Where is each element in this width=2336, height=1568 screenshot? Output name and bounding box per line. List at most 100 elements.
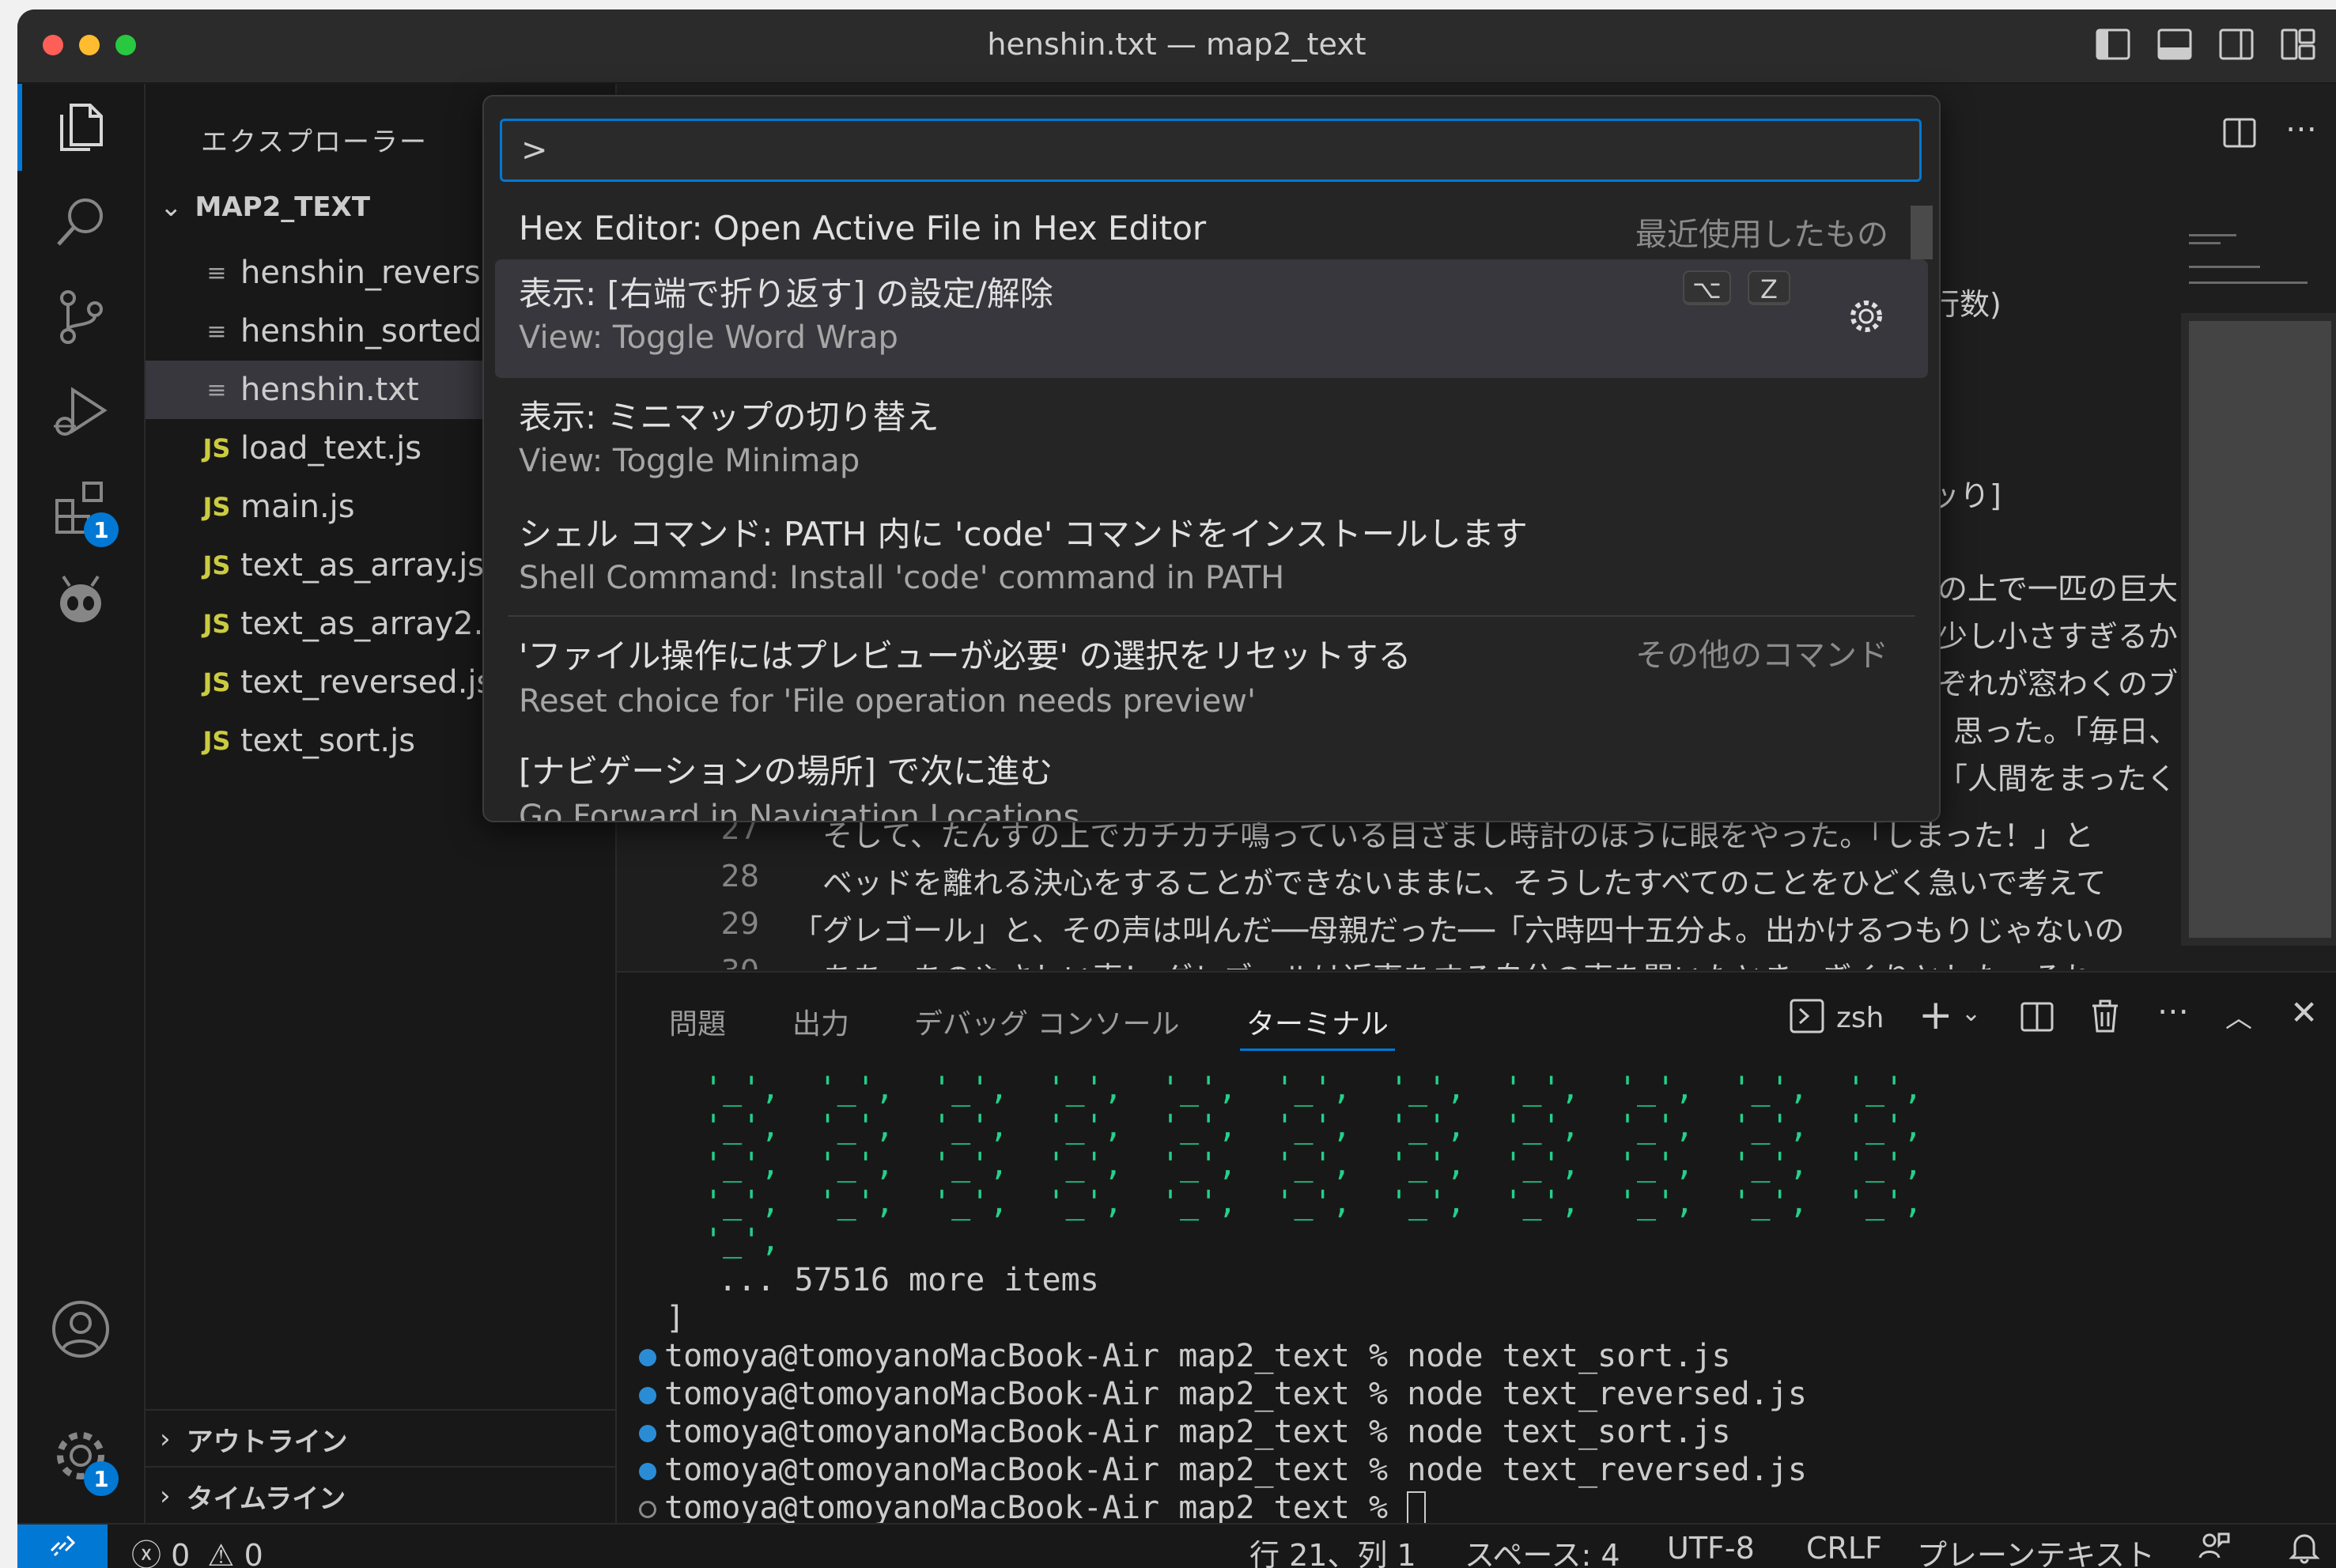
- settings-gear-icon[interactable]: 1: [17, 1412, 144, 1499]
- extensions-badge: 1: [84, 512, 119, 547]
- terminal-output-line: ... 57516 more items: [680, 1262, 1099, 1298]
- configure-keybinding-gear-icon[interactable]: [1846, 296, 1887, 340]
- editor-text-fragment: 「人間をまったく: [1937, 761, 2177, 796]
- command-item[interactable]: Hex Editor: Open Active File in Hex Edit…: [495, 201, 1928, 256]
- terminal-shell-selector[interactable]: zsh: [1789, 998, 1884, 1037]
- source-control-icon[interactable]: [17, 274, 144, 361]
- more-actions-icon[interactable]: ⋯: [2285, 111, 2317, 147]
- command-success-dot[interactable]: [639, 1349, 656, 1366]
- language-mode[interactable]: プレーンテキスト: [1917, 1531, 2155, 1568]
- line-number: 29: [720, 906, 759, 941]
- bottom-panel: 問題 出力 デバッグ コンソール ターミナル zsh + ⌄ ⋯ ︿ ✕ '_'…: [617, 971, 2336, 1528]
- new-terminal-icon[interactable]: +: [1918, 992, 1953, 1039]
- end-of-line[interactable]: CRLF: [1806, 1531, 1882, 1566]
- active-tab-indicator: [1240, 1048, 1395, 1051]
- terminal-output-line: '_', '_', '_', '_', '_', '_', '_', '_', …: [704, 1109, 1923, 1145]
- search-icon[interactable]: [17, 179, 144, 266]
- account-icon[interactable]: [17, 1286, 144, 1373]
- trash-icon[interactable]: [2088, 998, 2122, 1037]
- window-title: henshin.txt — map2_text: [987, 27, 1366, 62]
- indentation[interactable]: スペース: 4: [1465, 1531, 1620, 1568]
- command-item[interactable]: 'ファイル操作にはプレビューが必要' の選択をリセットする Reset choi…: [495, 622, 1928, 737]
- command-item[interactable]: シェル コマンド: PATH 内に 'code' コマンドをインストールします …: [495, 498, 1928, 614]
- text-file-icon: ≡: [206, 317, 227, 346]
- terminal-output-line: '_', '_', '_', '_', '_', '_', '_', '_', …: [704, 1071, 1923, 1107]
- line-number: 30: [664, 954, 759, 969]
- activity-bar: 1 1: [17, 84, 146, 1523]
- js-file-icon: JS: [202, 667, 231, 697]
- split-terminal-icon[interactable]: [2020, 999, 2054, 1037]
- terminal-output-line: '_',: [704, 1222, 781, 1259]
- chevron-down-icon: ⌄: [160, 191, 183, 223]
- terminal-output-line: '_', '_', '_', '_', '_', '_', '_', '_', …: [704, 1185, 1923, 1221]
- editor-line: ああ、あのやさしい声！ グレゴールは返事をする自分の声を聞いたとき、ぎくりとした…: [822, 954, 2092, 969]
- tab-debug-console[interactable]: デバッグ コンソール: [914, 1001, 1179, 1042]
- js-file-icon: JS: [202, 726, 231, 756]
- chevron-right-icon: ›: [160, 1423, 171, 1455]
- terminal-output-line: '_', '_', '_', '_', '_', '_', '_', '_', …: [704, 1147, 1923, 1183]
- remote-indicator-icon[interactable]: [17, 1525, 108, 1568]
- chevron-down-icon[interactable]: ⌄: [1961, 999, 1981, 1027]
- tab-output[interactable]: 出力: [792, 1001, 849, 1042]
- toggle-panel-icon[interactable]: [2156, 25, 2194, 63]
- keybinding-option: ⌥: [1683, 270, 1731, 305]
- terminal-command-line: tomoya@tomoyanoMacBook-Air map2_text % n…: [664, 1452, 1807, 1488]
- terminal-command-line: tomoya@tomoyanoMacBook-Air map2_text % n…: [664, 1414, 1731, 1450]
- terminal-icon: [1789, 998, 1825, 1037]
- command-pending-dot: [639, 1501, 656, 1518]
- split-editor-icon[interactable]: [2222, 115, 2257, 153]
- tab-problems[interactable]: 問題: [669, 1001, 726, 1042]
- cursor-position[interactable]: 行 21、列 1: [1249, 1531, 1416, 1568]
- settings-badge: 1: [84, 1461, 119, 1496]
- js-file-icon: JS: [202, 550, 231, 580]
- vscode-window: henshin.txt — map2_text 1 1 エクスプローラー ⌄ M…: [17, 9, 2336, 1568]
- command-success-dot[interactable]: [639, 1387, 656, 1404]
- notifications-bell-icon[interactable]: [2287, 1529, 2322, 1568]
- recently-used-label: 最近使用したもの: [1635, 217, 1888, 253]
- editor-text-fragment: の上で一匹の巨大: [1937, 572, 2179, 606]
- tab-terminal[interactable]: ターミナル: [1246, 1001, 1389, 1042]
- editor-line: 「グレゴール」と、その声は叫んだ──母親だった──「六時四十五分よ。出かけるつも…: [792, 913, 2125, 948]
- editor-text-fragment: ぞれが窓わくのブリ: [1937, 667, 2209, 701]
- keybinding-z: Z: [1748, 270, 1790, 305]
- command-item[interactable]: [ナビゲーションの場所] で次に進む Go Forward in Navigat…: [495, 737, 1928, 821]
- section-divider: [508, 615, 1915, 617]
- command-item[interactable]: 表示: ミニマップの切り替え View: Toggle Minimap: [495, 383, 1928, 498]
- run-debug-icon[interactable]: [17, 368, 144, 455]
- encoding[interactable]: UTF-8: [1667, 1531, 1755, 1566]
- feedback-icon[interactable]: [2197, 1529, 2232, 1568]
- js-file-icon: JS: [202, 609, 231, 639]
- title-bar: henshin.txt — map2_text: [17, 9, 2336, 84]
- editor-text-fragment: 少し小さすぎるか: [1937, 619, 2179, 654]
- terminal-prompt-line[interactable]: tomoya@tomoyanoMacBook-Air map2_text %: [664, 1490, 1427, 1528]
- extensions-icon[interactable]: 1: [17, 463, 144, 550]
- explorer-title: エクスプローラー: [201, 127, 428, 158]
- line-number: 28: [720, 859, 759, 894]
- terminal-output-line: ]: [666, 1300, 686, 1336]
- command-item-selected[interactable]: 表示: [右端で折り返す] の設定/解除 View: Toggle Word W…: [495, 259, 1928, 378]
- js-file-icon: JS: [202, 492, 231, 522]
- chevron-right-icon: ›: [160, 1480, 171, 1512]
- editor-text-fragment: 思った。「毎日、: [1953, 714, 2179, 749]
- alien-extension-icon[interactable]: [17, 558, 144, 645]
- command-palette-input[interactable]: >: [500, 119, 1922, 182]
- minimap[interactable]: [2181, 234, 2336, 946]
- chevron-up-icon[interactable]: ︿: [2225, 996, 2252, 1035]
- editor-line: ベッドを離れる決心をすることができないままに、そうしたすべてのことをひどく急いで…: [822, 866, 2107, 901]
- problems-indicator[interactable]: ⓧ 0 ⚠ 0: [131, 1531, 263, 1568]
- more-actions-icon[interactable]: ⋯: [2157, 993, 2189, 1030]
- toggle-secondary-sidebar-icon[interactable]: [2217, 25, 2255, 63]
- explorer-icon[interactable]: [17, 84, 144, 171]
- toggle-primary-sidebar-icon[interactable]: [2094, 25, 2132, 63]
- command-success-dot[interactable]: [639, 1463, 656, 1480]
- outline-section[interactable]: › アウトライン: [146, 1409, 615, 1468]
- terminal-command-line: tomoya@tomoyanoMacBook-Air map2_text % n…: [664, 1376, 1807, 1412]
- timeline-section[interactable]: › タイムライン: [146, 1466, 615, 1525]
- status-bar: ⓧ 0 ⚠ 0 行 21、列 1 スペース: 4 UTF-8 CRLF プレーン…: [17, 1523, 2336, 1568]
- warning-icon: ⚠: [207, 1538, 235, 1568]
- customize-layout-icon[interactable]: [2279, 25, 2317, 63]
- js-file-icon: JS: [202, 433, 231, 463]
- command-success-dot[interactable]: [639, 1425, 656, 1442]
- folder-map2-text[interactable]: ⌄ MAP2_TEXT: [160, 191, 370, 223]
- close-panel-icon[interactable]: ✕: [2290, 993, 2318, 1032]
